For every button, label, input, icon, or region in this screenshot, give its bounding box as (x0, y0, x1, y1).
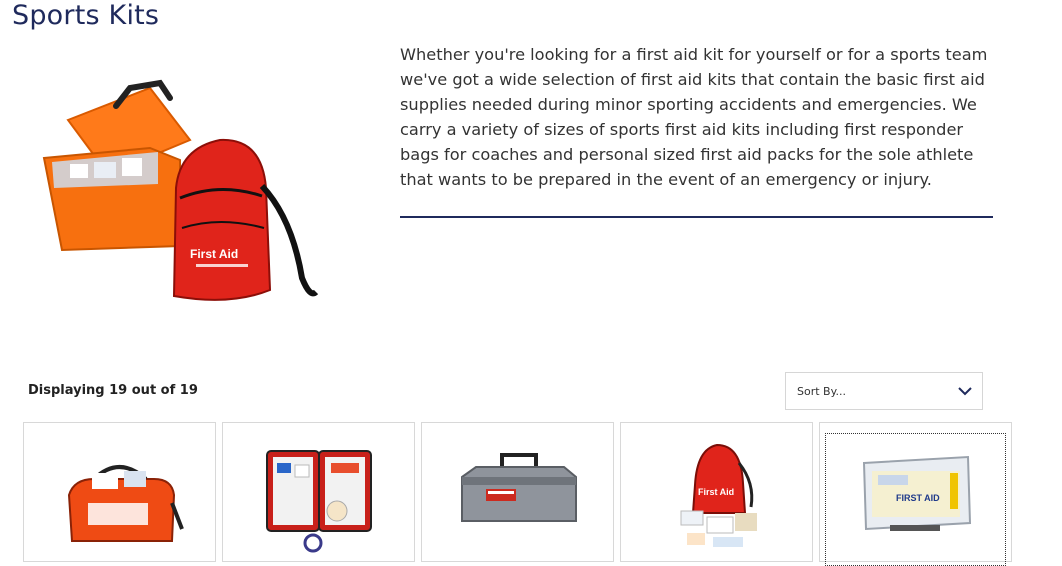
hero-bag-label: First Aid (190, 247, 238, 261)
red-sling-first-aid-pack-icon: First Aid (680, 443, 757, 547)
product-card[interactable]: FIRST AID (819, 422, 1012, 566)
gray-first-aid-toolbox-icon (461, 453, 577, 522)
result-count: Displaying 19 out of 19 (28, 383, 198, 398)
chevron-down-icon (958, 387, 972, 396)
product-card[interactable] (23, 422, 216, 562)
product-card[interactable] (222, 422, 415, 562)
open-red-first-aid-case-icon (266, 450, 372, 553)
sort-label: Sort By... (797, 385, 847, 398)
clear-plastic-first-aid-box-icon: FIRST AID (862, 455, 972, 531)
orange-duffel-first-aid-bag-icon (67, 465, 184, 542)
sort-dropdown[interactable]: Sort By... (785, 372, 983, 410)
product-card[interactable]: First Aid (620, 422, 813, 562)
hero-product-image: First Aid (42, 79, 319, 301)
product-card[interactable] (421, 422, 614, 562)
product-label: First Aid (698, 487, 734, 497)
description-divider (400, 216, 993, 218)
product-label: FIRST AID (896, 493, 940, 503)
category-description: Whether you're looking for a first aid k… (400, 45, 988, 189)
page-title: Sports Kits (12, 0, 160, 31)
